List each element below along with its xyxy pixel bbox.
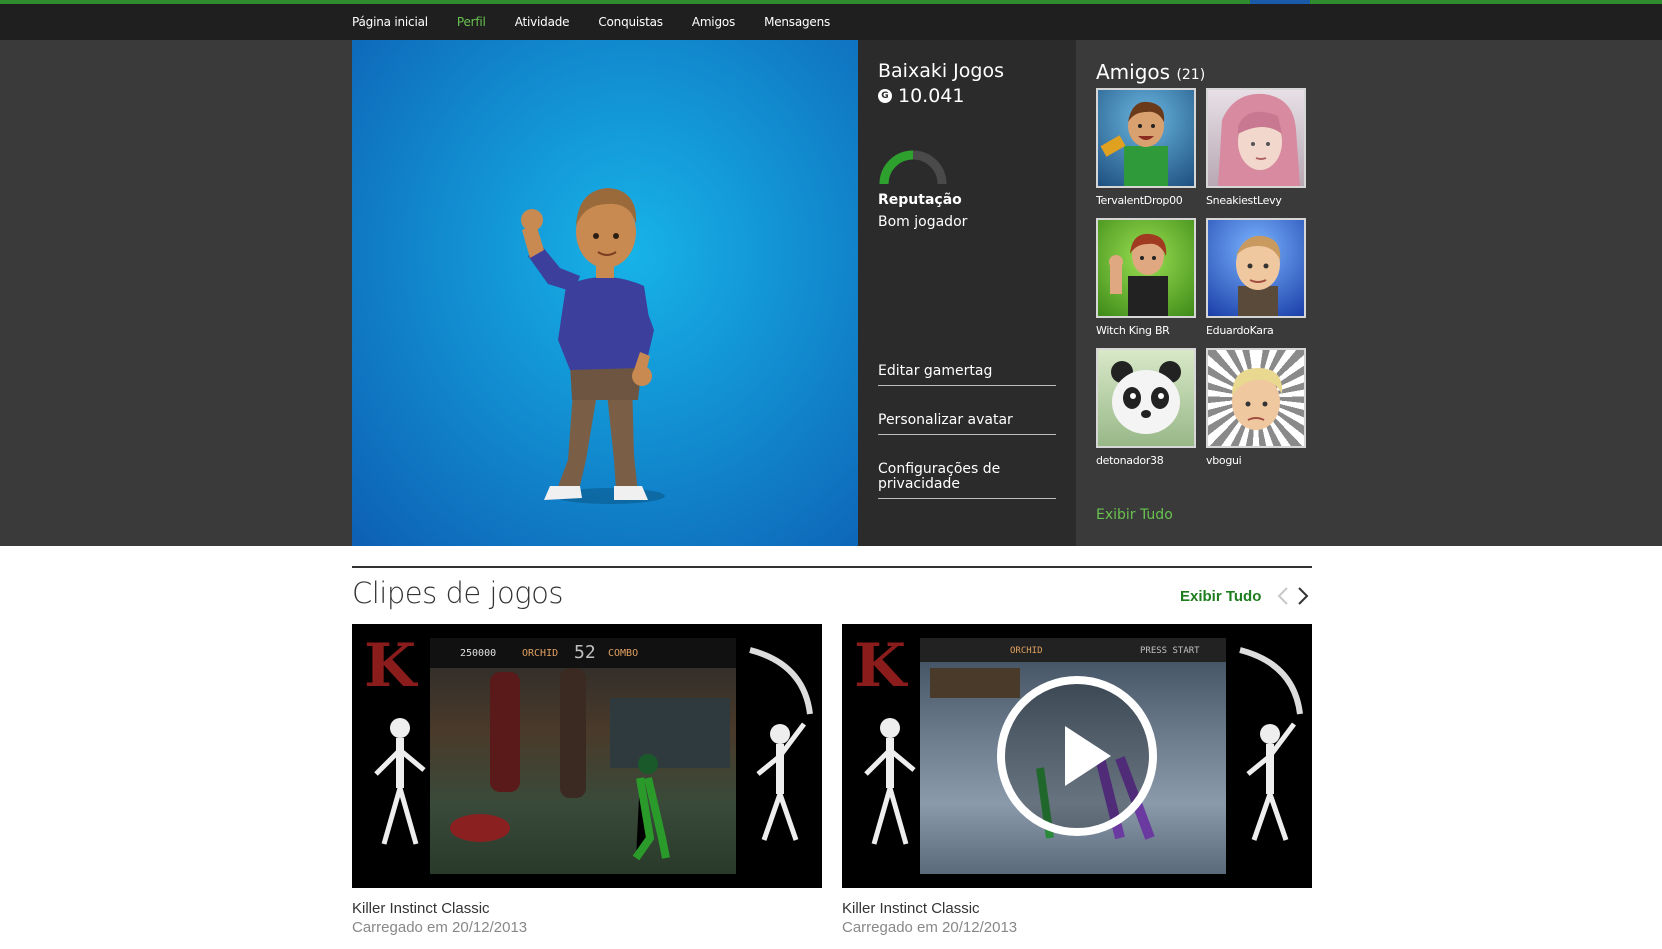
nav-profile[interactable]: Perfil — [457, 15, 486, 29]
clip-date: Carregado em 20/12/2013 — [842, 919, 1018, 936]
friend-tile[interactable]: vbogui — [1206, 348, 1306, 467]
friend-avatar — [1206, 348, 1306, 448]
friends-count: (21) — [1176, 67, 1206, 83]
hud-player: ORCHID — [522, 648, 559, 659]
clip-title: Killer Instinct Classic — [842, 900, 980, 917]
friend-avatar — [1206, 218, 1306, 318]
gameplay-screen: 250000 ORCHID 52 COMBO — [430, 638, 736, 874]
gamerscore-icon: G — [878, 89, 892, 103]
reputation-label: Reputação — [878, 192, 962, 208]
skeleton-decoration-icon — [749, 647, 813, 841]
friend-name: TervalentDrop00 — [1096, 194, 1183, 207]
friends-title: Amigos — [1096, 60, 1171, 84]
play-icon[interactable] — [997, 676, 1157, 836]
clip-date: Carregado em 20/12/2013 — [352, 919, 528, 936]
clips-view-all-link[interactable]: Exibir Tudo — [1180, 588, 1261, 605]
friend-tile[interactable]: EduardoKara — [1206, 218, 1306, 337]
friends-panel: Amigos (21) TervalentDrop00 SneakiestLev… — [1076, 40, 1662, 546]
nav-friends[interactable]: Amigos — [692, 15, 735, 29]
hud-press-start: PRESS START — [1140, 646, 1200, 656]
hud-combo: COMBO — [608, 648, 639, 659]
reputation-value: Bom jogador — [878, 214, 968, 230]
avatar-showcase — [352, 40, 858, 546]
nav-home[interactable]: Página inicial — [352, 15, 428, 29]
chevron-right-icon[interactable] — [1294, 584, 1312, 608]
friend-name: vbogui — [1206, 454, 1242, 467]
game-logo-icon: K — [364, 631, 417, 701]
friend-name: Witch King BR — [1096, 324, 1170, 337]
friend-avatar — [1096, 348, 1196, 448]
nav-messages[interactable]: Mensagens — [764, 15, 830, 29]
main-nav: Página inicial Perfil Atividade Conquist… — [352, 4, 859, 40]
profile-info-panel: Baixaki Jogos G 10.041 Reputação Bom jog… — [858, 40, 1076, 546]
clip-card[interactable]: K ORCHID PRESS START Killer Instinct Cla… — [842, 624, 1312, 936]
chevron-left-icon[interactable] — [1274, 584, 1292, 608]
game-clips-section: Clipes de jogos Exibir Tudo K 250000 ORC… — [352, 566, 1312, 936]
friend-avatar — [1096, 218, 1196, 318]
friend-tile[interactable]: Witch King BR — [1096, 218, 1196, 337]
friend-name: EduardoKara — [1206, 324, 1274, 337]
top-accent-strip — [1250, 0, 1310, 4]
edit-gamertag-link[interactable]: Editar gamertag — [878, 364, 1056, 386]
game-logo-icon: K — [854, 631, 907, 701]
gamerscore-value: 10.041 — [898, 85, 965, 107]
gamertag: Baixaki Jogos — [878, 60, 1004, 82]
nav-achievements[interactable]: Conquistas — [598, 15, 663, 29]
nav-activity[interactable]: Atividade — [515, 15, 570, 29]
clip-thumbnail[interactable]: K ORCHID PRESS START — [842, 624, 1312, 888]
friend-tile[interactable]: TervalentDrop00 — [1096, 88, 1196, 207]
customize-avatar-link[interactable]: Personalizar avatar — [878, 413, 1056, 435]
skeleton-decoration-icon — [1239, 647, 1303, 841]
clip-card[interactable]: K 250000 ORCHID 52 COMBO Killer Instinct… — [352, 624, 822, 936]
top-navigation-bar: Página inicial Perfil Atividade Conquist… — [0, 0, 1662, 40]
hud-timer: 52 — [574, 642, 596, 663]
skeleton-decoration-icon — [864, 718, 916, 845]
friends-heading: Amigos (21) — [1096, 60, 1205, 84]
gamerscore: G 10.041 — [878, 85, 964, 107]
clip-title: Killer Instinct Classic — [352, 900, 490, 917]
skeleton-decoration-icon — [374, 718, 426, 845]
friend-avatar — [1096, 88, 1196, 188]
friend-name: detonador38 — [1096, 454, 1164, 467]
reputation-meter-icon — [879, 150, 947, 185]
privacy-settings-link[interactable]: Configurações de privacidade — [878, 462, 1056, 499]
clip-thumbnail[interactable]: K 250000 ORCHID 52 COMBO — [352, 624, 822, 888]
friend-avatar — [1206, 88, 1306, 188]
avatar-figure — [521, 188, 665, 504]
profile-hero: Baixaki Jogos G 10.041 Reputação Bom jog… — [0, 40, 1662, 546]
hud-score: 250000 — [460, 648, 497, 659]
hud-player: ORCHID — [1010, 646, 1043, 656]
clips-title: Clipes de jogos — [352, 576, 563, 610]
friend-tile[interactable]: detonador38 — [1096, 348, 1196, 467]
friend-tile[interactable]: SneakiestLevy — [1206, 88, 1306, 207]
friends-view-all-link[interactable]: Exibir Tudo — [1096, 507, 1173, 523]
friend-name: SneakiestLevy — [1206, 194, 1282, 207]
